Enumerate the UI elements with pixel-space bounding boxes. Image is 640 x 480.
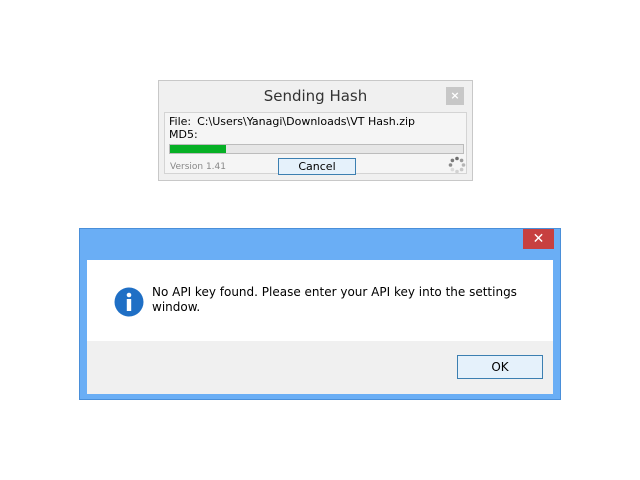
cancel-button[interactable]: Cancel <box>278 158 356 175</box>
message-footer: OK <box>87 341 553 394</box>
spinner-icon <box>448 156 466 174</box>
hash-content-panel: File: C:\Users\Yanagi\Downloads\VT Hash.z… <box>164 112 467 175</box>
message-text: No API key found. Please enter your API … <box>152 285 517 314</box>
message-close-button[interactable]: ✕ <box>523 229 554 249</box>
info-icon <box>114 287 144 317</box>
file-path: C:\Users\Yanagi\Downloads\VT Hash.zip <box>197 115 416 128</box>
progress-fill <box>170 145 226 153</box>
md5-row: MD5: <box>169 128 198 141</box>
md5-label: MD5: <box>169 128 198 141</box>
dialog-title: Sending Hash <box>263 87 368 105</box>
sending-hash-dialog: Sending Hash × File: C:\Users\Yanagi\Down… <box>158 80 473 181</box>
ok-button[interactable]: OK <box>457 355 543 379</box>
message-body: No API key found. Please enter your API … <box>87 260 553 394</box>
file-label: File: <box>169 115 192 128</box>
progress-bar <box>169 144 464 154</box>
message-box-window: ✕ No API key found. Please enter your AP… <box>79 228 561 400</box>
version-label: Version 1.41 <box>170 162 226 172</box>
file-row: File: C:\Users\Yanagi\Downloads\VT Hash.z… <box>169 115 415 128</box>
close-button[interactable]: × <box>446 87 464 105</box>
